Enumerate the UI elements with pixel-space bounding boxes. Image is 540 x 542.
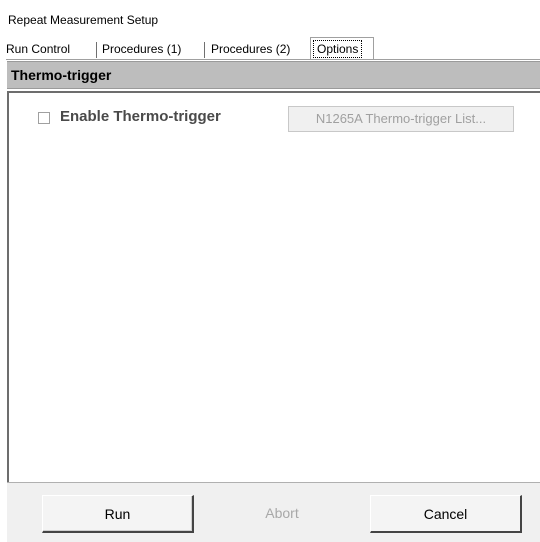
- run-button[interactable]: Run: [42, 495, 194, 533]
- options-panel: [7, 91, 540, 482]
- abort-button[interactable]: Abort: [206, 495, 358, 533]
- repeat-measurement-setup-window: Repeat Measurement Setup Run Control Pro…: [0, 0, 540, 542]
- thermo-trigger-list-button[interactable]: N1265A Thermo-trigger List...: [288, 106, 514, 132]
- tab-run-control[interactable]: Run Control: [6, 40, 70, 59]
- window-title: Repeat Measurement Setup: [8, 13, 159, 27]
- enable-thermo-trigger-label[interactable]: Enable Thermo-trigger: [60, 108, 221, 125]
- tab-separator: [96, 42, 97, 58]
- tab-procedures-1[interactable]: Procedures (1): [102, 40, 181, 59]
- title-bar[interactable]: Repeat Measurement Setup: [0, 0, 540, 34]
- tab-strip: Run Control Procedures (1) Procedures (2…: [6, 37, 540, 60]
- section-header: Thermo-trigger: [7, 61, 540, 89]
- tab-options-label: Options: [313, 40, 363, 58]
- cancel-button[interactable]: Cancel: [370, 495, 522, 533]
- tab-options[interactable]: Options: [313, 40, 363, 59]
- section-header-title: Thermo-trigger: [11, 67, 112, 83]
- tab-separator: [204, 42, 205, 58]
- tab-procedures-2[interactable]: Procedures (2): [211, 40, 290, 59]
- enable-thermo-trigger-checkbox[interactable]: [38, 112, 50, 124]
- tab-divider: [6, 59, 540, 60]
